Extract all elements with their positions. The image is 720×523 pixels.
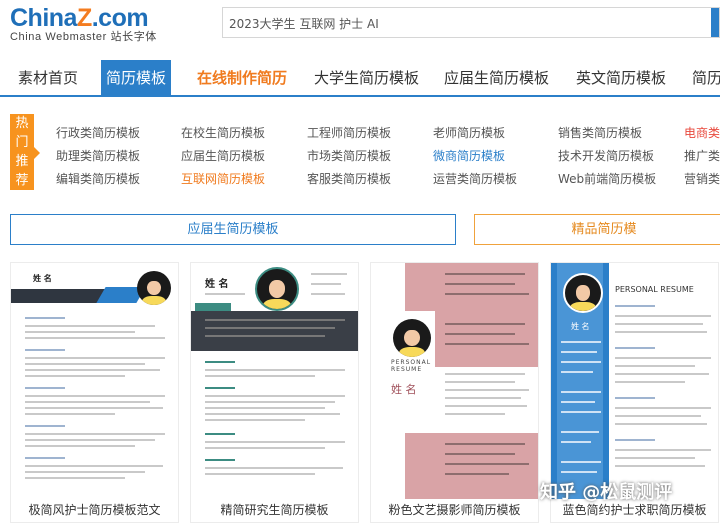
hot-link[interactable]: 电商类简 (684, 125, 720, 141)
resume-name: 姓 名 (33, 274, 52, 283)
nav-item-english-templates[interactable]: 英文简历模板 (576, 60, 666, 95)
watermark-text: 知乎 @松鼠测评 (540, 482, 673, 503)
card-title[interactable]: 粉色文艺摄影师简历模板 (371, 501, 538, 518)
hot-badge: 热门推荐 (10, 114, 34, 190)
portrait-image (393, 319, 431, 357)
resume-name: 姓 名 (205, 279, 229, 290)
template-thumbnail: 姓 名 PERSONAL RESUME (551, 263, 718, 499)
template-thumbnail: 姓 名 (11, 263, 178, 499)
nav-item-home[interactable]: 素材首页 (18, 60, 78, 95)
hot-link[interactable]: 营销类简 (684, 171, 720, 187)
hot-link[interactable]: 市场类简历模板 (307, 148, 391, 164)
hot-link[interactable]: 在校生简历模板 (181, 125, 265, 141)
tab-graduate-templates[interactable]: 应届生简历模板 (10, 214, 456, 245)
hot-link[interactable]: 微商简历模板 (433, 148, 505, 164)
hot-link[interactable]: 销售类简历模板 (558, 125, 642, 141)
resume-name: 姓 名 (571, 322, 590, 331)
logo-wordmark: ChinaZ.com (10, 4, 149, 32)
search-button[interactable] (711, 8, 719, 37)
logo-tagline: China Webmaster 站长字体 (10, 31, 157, 43)
template-card[interactable]: PERSONAL RESUME 姓 名 粉色文艺摄影师简历模板 (370, 262, 539, 523)
portrait-image (563, 273, 603, 313)
hot-link[interactable]: 工程师简历模板 (307, 125, 391, 141)
main-nav: 素材首页 简历模板 在线制作简历 大学生简历模板 应届生简历模板 英文简历模板 … (0, 60, 720, 97)
resume-name: 姓 名 (391, 383, 417, 396)
hot-link[interactable]: 客服类简历模板 (307, 171, 391, 187)
site-logo[interactable]: ChinaZ.com China Webmaster 站长字体 (10, 5, 160, 43)
search-value: 2023大学生 互联网 护士 AI (229, 17, 379, 31)
nav-item-online-resume[interactable]: 在线制作简历 (197, 60, 287, 95)
hot-link[interactable]: Web前端简历模板 (558, 171, 656, 187)
portrait-image (137, 271, 171, 305)
hot-link[interactable]: 运营类简历模板 (433, 171, 517, 187)
nav-item-graduate-templates[interactable]: 应届生简历模板 (444, 60, 549, 95)
nav-item-more[interactable]: 简历 (692, 60, 720, 95)
site-header: ChinaZ.com China Webmaster 站长字体 2023大学生 … (0, 0, 720, 50)
template-thumbnail: 姓 名 (191, 263, 358, 499)
card-title[interactable]: 精简研究生简历模板 (191, 501, 358, 518)
hot-link[interactable]: 应届生简历模板 (181, 148, 265, 164)
hot-link[interactable]: 编辑类简历模板 (56, 171, 140, 187)
nav-item-college-templates[interactable]: 大学生简历模板 (314, 60, 419, 95)
portrait-image (255, 267, 299, 311)
search-input[interactable]: 2023大学生 互联网 护士 AI (222, 7, 720, 38)
resume-title-en: PERSONAL RESUME (615, 285, 694, 294)
hot-link[interactable]: 老师简历模板 (433, 125, 505, 141)
hot-link[interactable]: 助理类简历模板 (56, 148, 140, 164)
hot-link[interactable]: 推广类简 (684, 148, 720, 164)
hot-link[interactable]: 互联网简历模板 (181, 171, 265, 187)
hot-link[interactable]: 技术开发简历模板 (558, 148, 654, 164)
hot-badge-arrow (34, 147, 40, 159)
nav-item-resume-templates[interactable]: 简历模板 (101, 60, 171, 95)
hot-link[interactable]: 行政类简历模板 (56, 125, 140, 141)
tab-premium-templates[interactable]: 精品简历模 (474, 214, 720, 245)
template-card[interactable]: 姓 名 极简风护士简历模板范文 (10, 262, 179, 523)
resume-title-en: PERSONAL RESUME (391, 359, 432, 373)
template-thumbnail: PERSONAL RESUME 姓 名 (371, 263, 538, 499)
card-title[interactable]: 极简风护士简历模板范文 (11, 501, 178, 518)
template-card[interactable]: 姓 名 精简研究生简历模板 (190, 262, 359, 523)
